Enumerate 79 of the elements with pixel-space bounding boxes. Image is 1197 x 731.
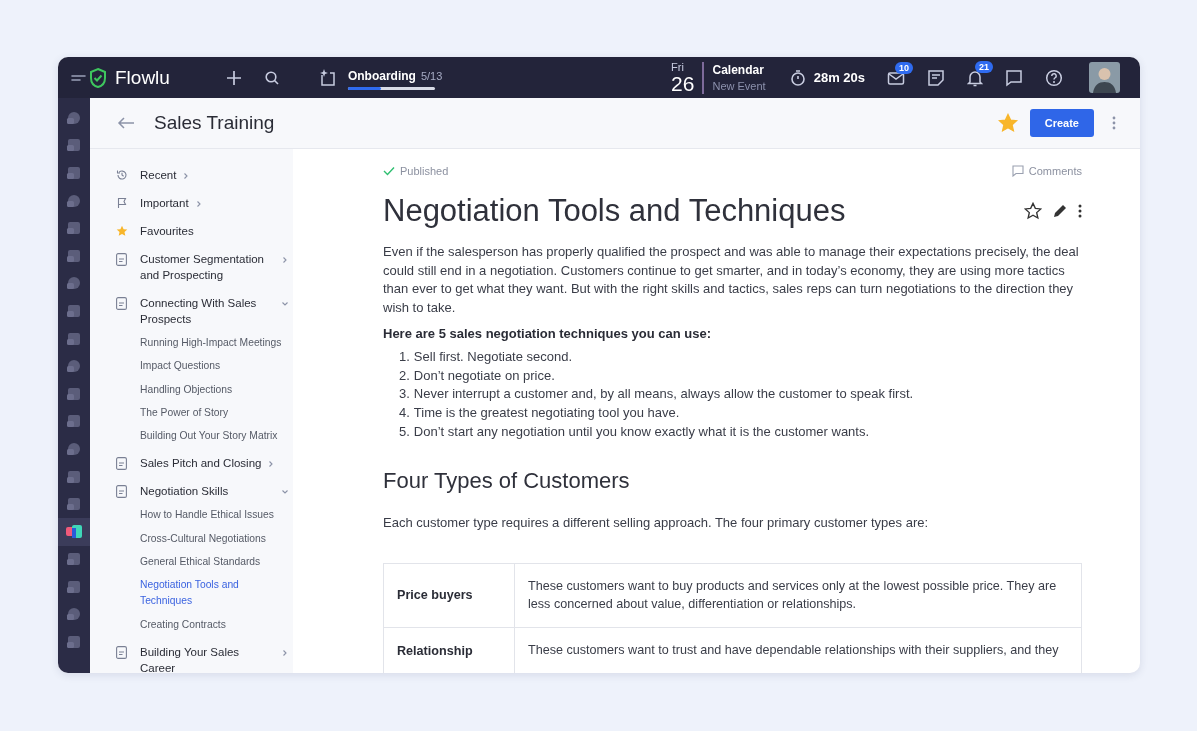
- more-icon[interactable]: [1078, 204, 1082, 218]
- avatar[interactable]: [1089, 62, 1120, 93]
- sidebar-item[interactable]: Connecting With Sales Prospects: [140, 295, 275, 327]
- document-icon: [116, 485, 127, 499]
- list-number: 5.: [399, 424, 410, 439]
- page-title: Sales Training: [154, 112, 275, 134]
- sidebar-item[interactable]: Favourites: [140, 223, 194, 239]
- onboarding-count: 5/13: [420, 69, 443, 82]
- stopwatch-icon[interactable]: [789, 68, 806, 87]
- shield-check-icon: [88, 66, 108, 89]
- create-button[interactable]: Create: [1029, 109, 1094, 137]
- day-number: 26: [671, 72, 695, 94]
- sidebar-subitem[interactable]: General Ethical Standards: [140, 554, 261, 571]
- help-icon[interactable]: [1045, 68, 1063, 87]
- sidebar-subitem[interactable]: Handling Objections: [140, 381, 233, 398]
- sidebar-item[interactable]: Important: [140, 195, 189, 211]
- list-number: 3.: [399, 386, 410, 402]
- status-label: Published: [400, 165, 449, 177]
- sidebar-item[interactable]: Negotiation Skills: [140, 483, 229, 500]
- sidebar-item[interactable]: Recent: [140, 167, 177, 183]
- list-item: Don’t negotiate on price.: [413, 367, 555, 383]
- sidebar-item[interactable]: Sales Pitch and Closing: [140, 455, 262, 472]
- sidebar-subitem[interactable]: The Power of Story: [140, 404, 229, 421]
- document-icon: [116, 645, 127, 659]
- calendar-link[interactable]: Calendar: [712, 63, 766, 77]
- list-number: 1.: [399, 348, 410, 364]
- flag-icon: [116, 197, 128, 209]
- notification-count-badge: 21: [975, 60, 993, 73]
- timer: 28m 20s: [813, 70, 865, 85]
- sidebar-subitem[interactable]: Negotiation Tools and Techniques: [140, 577, 250, 610]
- list-item: Never interrupt a customer and, by all means, always allow the customer to speak first.: [413, 386, 914, 402]
- pencil-icon[interactable]: [1052, 203, 1068, 219]
- table-cell: These customers want to trust and have dependable relationships with their suppliers, and they: [528, 643, 1059, 658]
- bell-icon[interactable]: [967, 68, 983, 87]
- sidebar-item[interactable]: Customer Segmentation and Prospecting: [140, 251, 275, 283]
- list-item: Time is the greatest negotiating tool you have.: [413, 405, 680, 421]
- search-icon[interactable]: [263, 69, 280, 86]
- module-icon[interactable]: [58, 517, 90, 546]
- back-arrow-icon[interactable]: [116, 116, 136, 130]
- star-icon[interactable]: [1024, 202, 1042, 220]
- sidebar-subitem[interactable]: Running High-Impact Meetings: [140, 335, 282, 351]
- history-icon: [116, 169, 128, 181]
- table-cell: Price buyers: [397, 587, 473, 602]
- chevron-right-icon[interactable]: [194, 200, 203, 208]
- document-icon: [116, 457, 127, 471]
- article-title: Negotiation Tools and Techniques: [383, 193, 847, 229]
- list-item: Sell first. Negotiate second.: [413, 348, 573, 364]
- table-cell: These customers want to buy products and services only at the lowest possible price. They are less concerned about value, differentiation or relationships.: [528, 578, 1057, 612]
- note-icon[interactable]: [927, 68, 945, 87]
- sidebar-subitem[interactable]: Impact Questions: [140, 358, 221, 375]
- sidebar-subitem[interactable]: How to Handle Ethical Issues: [140, 507, 274, 524]
- chat-icon[interactable]: [1005, 68, 1023, 87]
- table-cell: Relationship: [397, 644, 473, 659]
- new-event-link[interactable]: New Event: [712, 80, 766, 92]
- document-icon: [116, 297, 127, 310]
- chevron-down-icon[interactable]: [281, 300, 289, 308]
- mail-count-badge: 10: [895, 61, 913, 74]
- sidebar-subitem[interactable]: Building Out Your Story Matrix: [140, 428, 278, 445]
- weekday: Fri: [671, 61, 684, 73]
- sidebar-subitem[interactable]: Creating Contracts: [140, 616, 226, 633]
- star-icon: [116, 225, 128, 237]
- list-number: 2.: [399, 367, 410, 383]
- comment-icon[interactable]: [1011, 165, 1024, 177]
- sidebar-item[interactable]: Building Your Sales Career: [140, 643, 275, 673]
- section-heading: Four Types of Customers: [383, 467, 631, 494]
- chevron-right-icon[interactable]: [281, 256, 289, 264]
- section-paragraph: Each customer type requires a different selling approach. The four primary customer types are:: [383, 513, 930, 532]
- list-number: 4.: [399, 405, 410, 421]
- document-icon: [116, 253, 127, 266]
- check-icon: [383, 166, 395, 176]
- brand-name: Flowlu: [115, 66, 170, 89]
- intro-paragraph: Even if the salesperson has properly qualified the prospect and was able to manage their expectations precisely, the deal could still end in a negotiation. Customers continue to get smarter, and in today’s economy, they are using more tactics than ever to get what they want. But with the right skills and tactics, sales reps can turn negotiations to the direction they wish to take.: [383, 243, 1080, 318]
- sidebar-subitem[interactable]: Cross-Cultural Negotiations: [140, 530, 266, 547]
- add-icon[interactable]: [225, 69, 242, 86]
- list-item: Don’t start any negotiation until you know exactly what it is the customer wants.: [413, 424, 870, 439]
- onboarding-label[interactable]: Onboarding: [347, 68, 416, 83]
- mail-icon[interactable]: [887, 69, 905, 86]
- chevron-right-icon[interactable]: [281, 648, 289, 657]
- list-heading: Here are 5 sales negotiation techniques you can use:: [383, 325, 712, 341]
